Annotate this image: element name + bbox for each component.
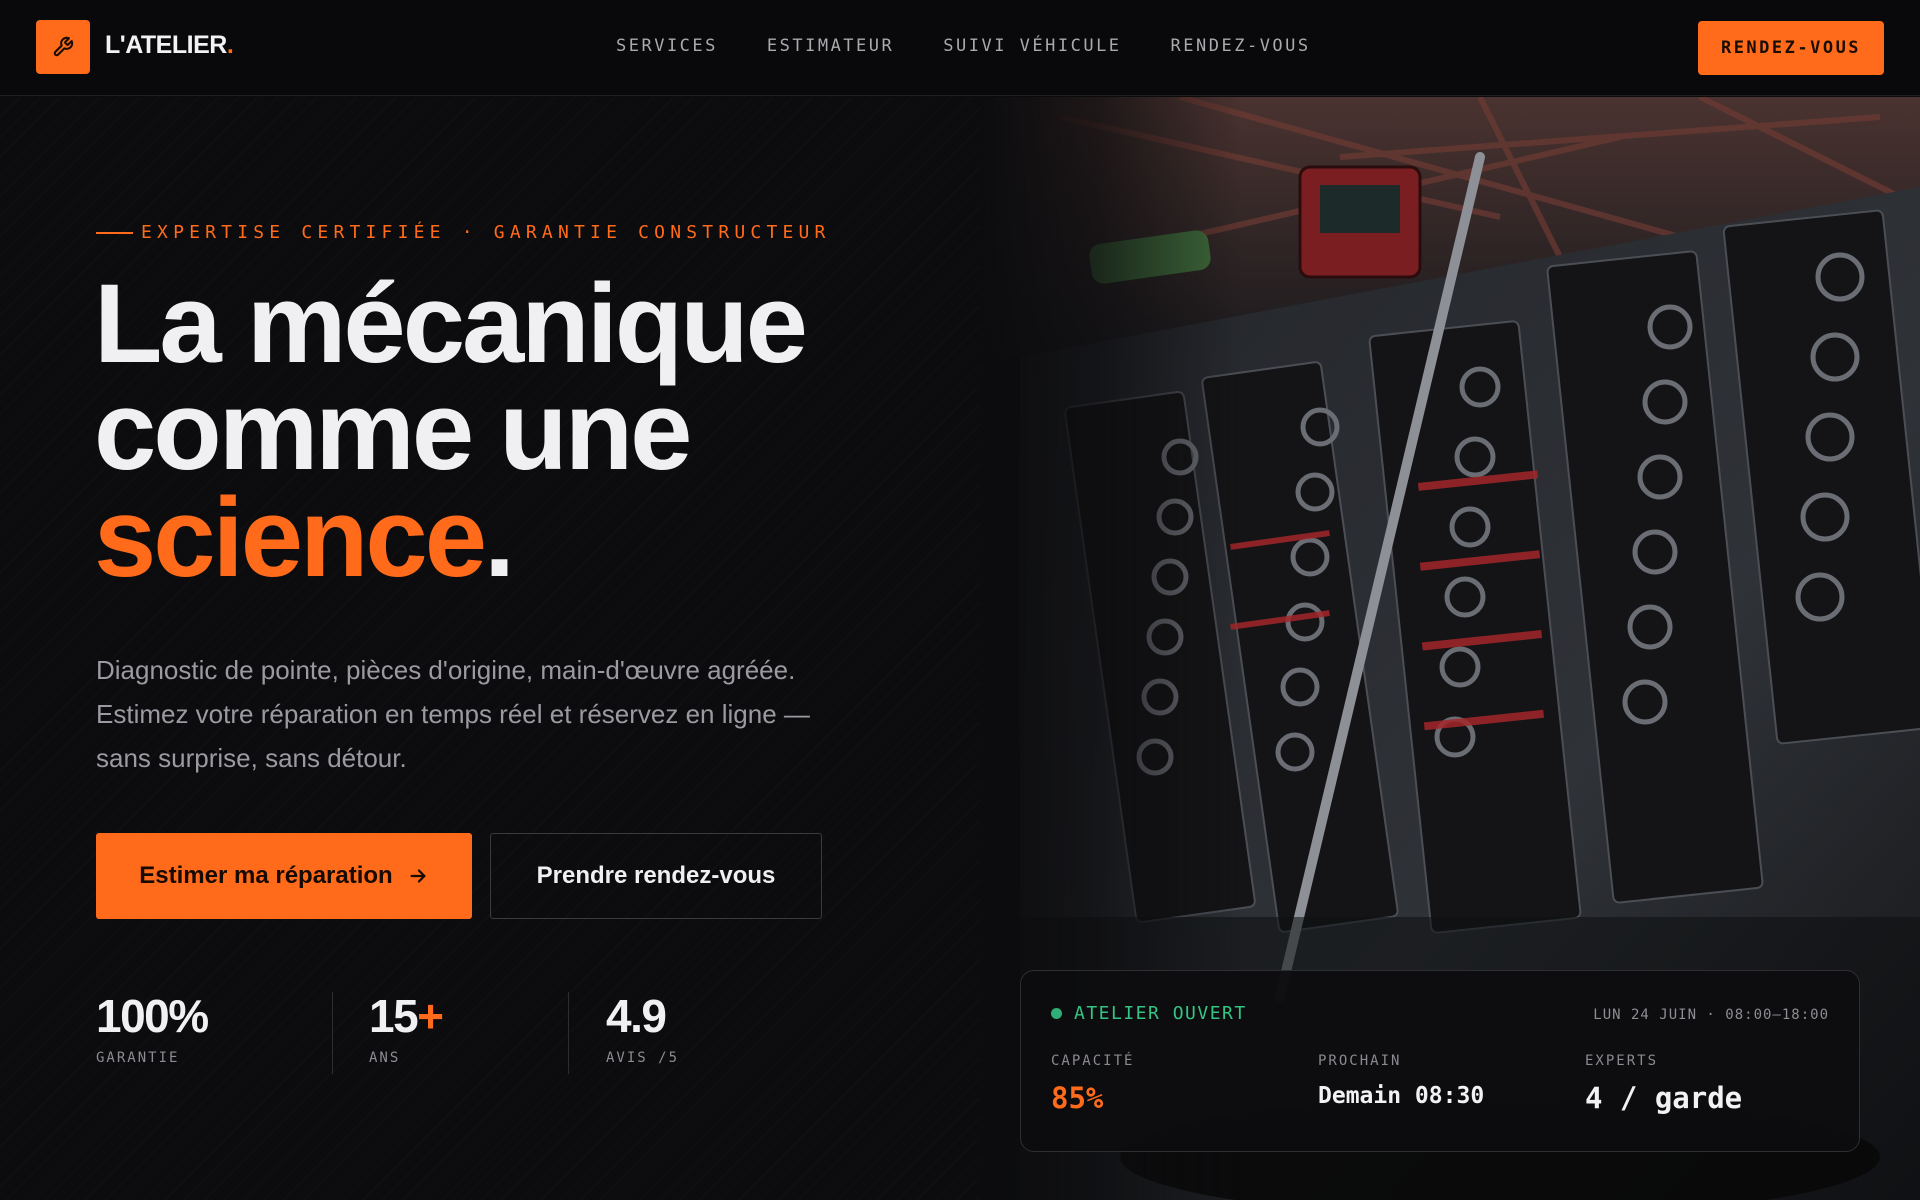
nav-link-rendez-vous[interactable]: RENDEZ-VOUS [1171,36,1311,56]
stat-label: AVIS /5 [606,1050,680,1066]
status-text: ATELIER OUVERT [1074,1003,1247,1024]
metric-label: CAPACITÉ [1051,1053,1135,1069]
metric-value: 4 / garde [1585,1081,1743,1115]
hero-lead: Diagnostic de pointe, pièces d'origine, … [96,655,810,773]
metric-label: PROCHAIN [1318,1053,1402,1069]
status-dot-icon [1051,1008,1062,1019]
stat-divider [568,992,569,1074]
headline-period: . [483,475,515,600]
metric-value: 85% [1051,1081,1104,1115]
workshop-open-status: ATELIER OUVERT [1051,1003,1247,1024]
metric-next-slot: PROCHAIN Demain 08:30 [1318,1053,1484,1109]
nav-link-suivi-vehicule[interactable]: SUIVI VÉHICULE [943,36,1121,56]
stat-plus: + [417,990,444,1042]
brand-dot: . [226,31,234,59]
stat-label: GARANTIE [96,1050,180,1066]
wrench-icon [53,36,74,57]
stat-value: 15+ [369,990,444,1042]
metric-label: EXPERTS [1585,1053,1659,1069]
hero-headline: La mécanique comme une science. [94,268,808,594]
logo-badge[interactable] [36,20,90,74]
estimate-repair-button[interactable]: Estimer ma réparation [96,833,472,919]
stat-divider [332,992,333,1074]
stat-value: 4.9 [606,990,667,1042]
stat-value: 100% [96,990,209,1042]
book-appointment-label: Prendre rendez-vous [536,862,776,889]
estimate-repair-label: Estimer ma réparation [139,862,393,889]
hero-eyebrow: EXPERTISE CERTIFIÉE · GARANTIE CONSTRUCT… [96,222,831,243]
eyebrow-text: EXPERTISE CERTIFIÉE · GARANTIE CONSTRUCT… [141,222,831,243]
arrow-right-icon [410,869,426,883]
nav-links: SERVICES ESTIMATEUR SUIVI VÉHICULE RENDE… [616,36,1311,56]
eyebrow-line [96,231,133,234]
stat-rating: 4.9 AVIS /5 [606,990,679,1066]
metric-experts: EXPERTS 4 / garde [1585,1053,1742,1115]
metric-capacity: CAPACITÉ 85% [1051,1053,1134,1115]
headline-accent: science [94,475,487,600]
opening-hours: LUN 24 JUIN · 08:00–18:00 [1593,1007,1829,1023]
stat-years: 15+ ANS [369,990,444,1066]
nav-rendez-vous-button[interactable]: RENDEZ-VOUS [1698,21,1884,75]
workshop-status-card: ATELIER OUVERT LUN 24 JUIN · 08:00–18:00… [1020,970,1860,1152]
top-navigation: L'ATELIER. SERVICES ESTIMATEUR SUIVI VÉH… [0,0,1920,96]
nav-link-services[interactable]: SERVICES [616,36,718,56]
nav-link-estimateur[interactable]: ESTIMATEUR [767,36,894,56]
stat-label: ANS [369,1050,401,1066]
brand-name[interactable]: L'ATELIER. [105,31,234,60]
stat-guarantee: 100% GARANTIE [96,990,209,1066]
metric-value: Demain 08:30 [1318,1083,1485,1109]
book-appointment-button[interactable]: Prendre rendez-vous [490,833,822,919]
